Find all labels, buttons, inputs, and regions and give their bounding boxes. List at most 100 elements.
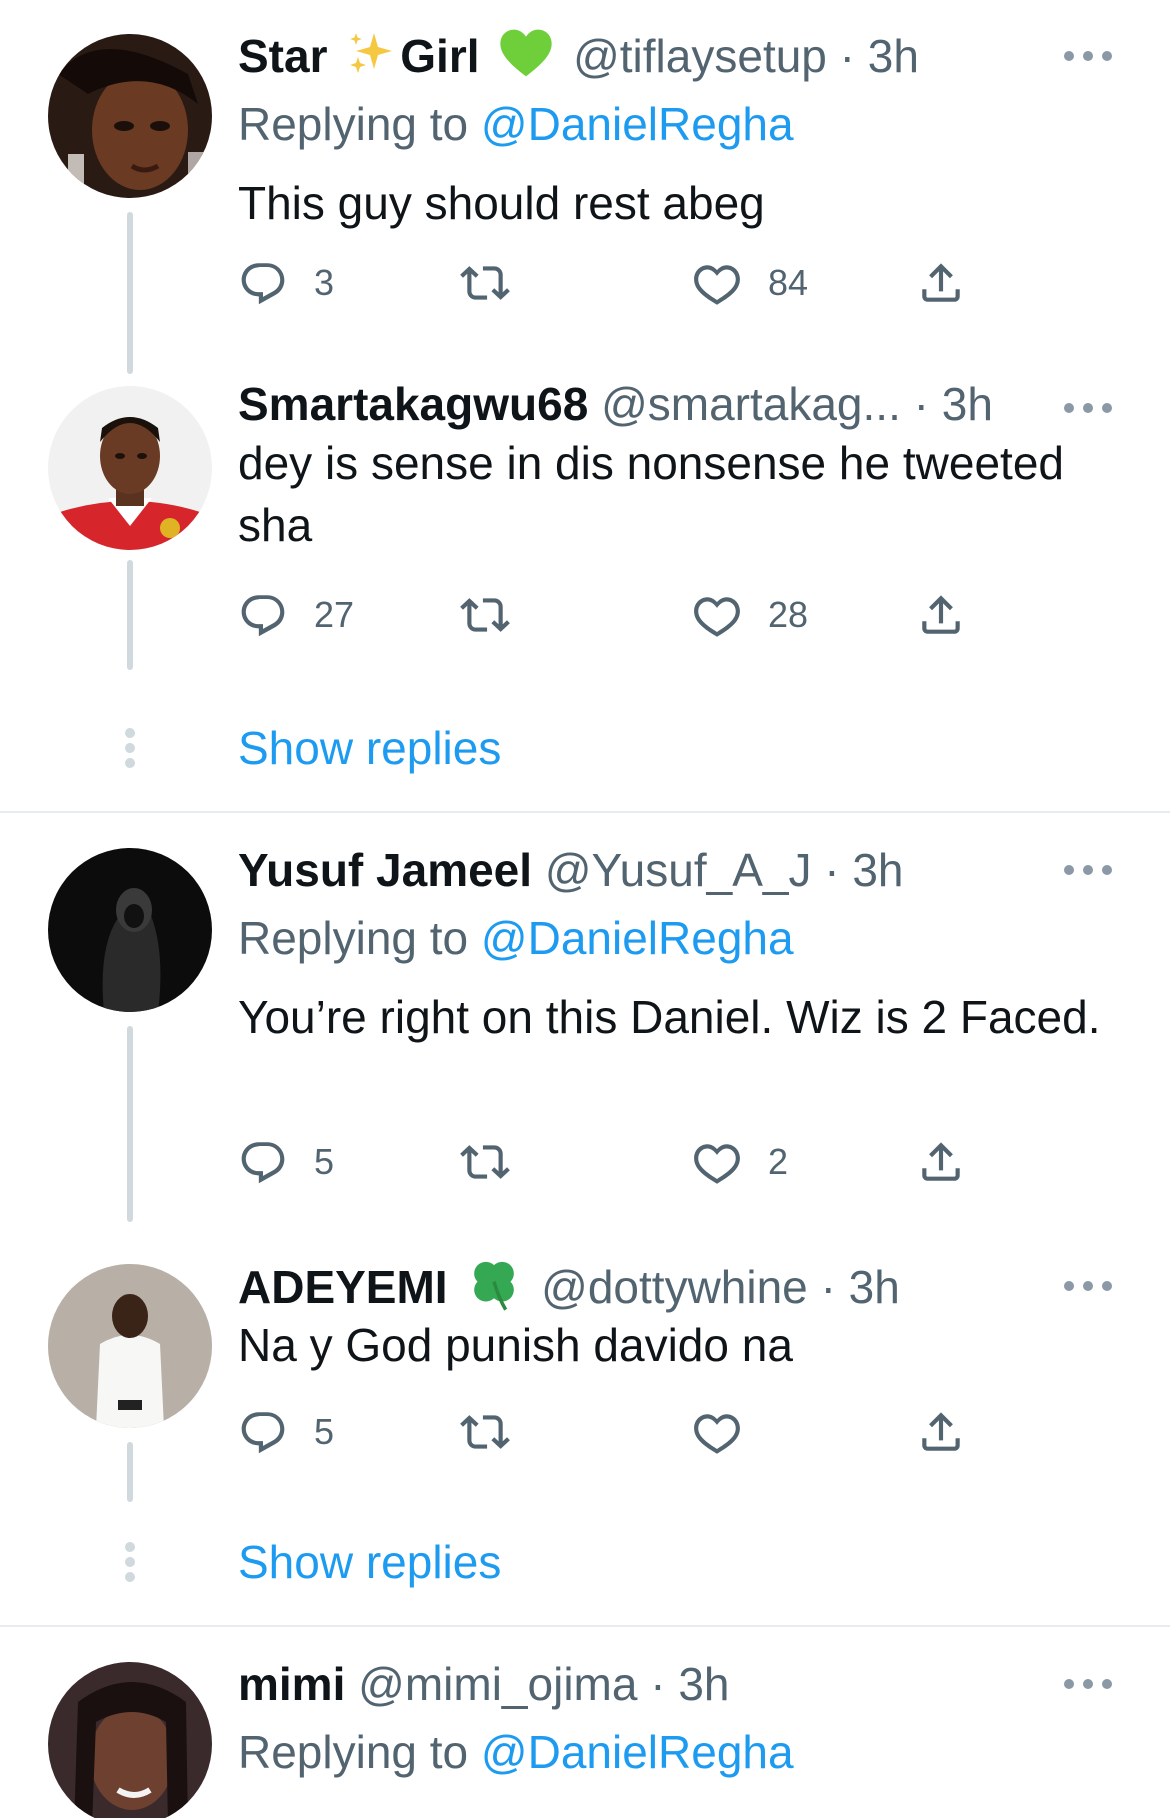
share-button[interactable] bbox=[916, 255, 966, 311]
reply-button[interactable]: 27 bbox=[238, 587, 354, 643]
reply-bubble-icon bbox=[238, 1407, 288, 1457]
reply-bubble-icon bbox=[238, 590, 288, 640]
thread-line bbox=[127, 212, 133, 374]
green-heart-icon bbox=[498, 27, 554, 93]
share-icon bbox=[916, 590, 966, 640]
share-button[interactable] bbox=[916, 1404, 966, 1460]
display-name[interactable]: ADEYEMI bbox=[238, 1261, 448, 1313]
share-icon bbox=[916, 258, 966, 308]
thread-line bbox=[127, 560, 133, 670]
like-button[interactable]: 28 bbox=[692, 587, 808, 643]
tweet-actions: 5 bbox=[238, 1404, 998, 1460]
display-name[interactable]: mimi bbox=[238, 1658, 345, 1710]
reply-count: 3 bbox=[314, 262, 335, 303]
tweet-actions: 5 2 bbox=[238, 1134, 998, 1190]
tweet-text: This guy should rest abeg bbox=[238, 177, 765, 229]
reply-bubble-icon bbox=[238, 258, 288, 308]
divider bbox=[0, 811, 1170, 813]
tweet-1[interactable]: Star Girl @tiflaysetup · 3h Replying to … bbox=[0, 0, 1170, 390]
more-dots-icon[interactable] bbox=[1064, 862, 1112, 878]
reply-button[interactable]: 3 bbox=[238, 255, 334, 311]
heart-icon bbox=[692, 1407, 742, 1457]
tweet-actions: 3 84 bbox=[238, 255, 998, 311]
retweet-button[interactable] bbox=[460, 255, 536, 311]
replying-prefix: Replying to bbox=[238, 98, 469, 150]
display-name[interactable]: Star bbox=[238, 30, 327, 82]
share-button[interactable] bbox=[916, 587, 966, 643]
tweet-header: Yusuf Jameel @Yusuf_A_J · 3h bbox=[238, 840, 1030, 900]
user-handle[interactable]: @smartakag... bbox=[601, 378, 901, 430]
tweet-time[interactable]: · 3h bbox=[650, 1658, 729, 1710]
like-count: 84 bbox=[768, 262, 809, 303]
heart-icon bbox=[692, 258, 742, 308]
tweet-2[interactable]: Smartakagwu68 @smartakag... · 3h dey is … bbox=[0, 378, 1170, 680]
avatar[interactable] bbox=[48, 34, 212, 198]
reply-mention-link[interactable]: @DanielRegha bbox=[481, 1726, 794, 1778]
reply-mention-link[interactable]: @DanielRegha bbox=[481, 912, 794, 964]
retweet-icon bbox=[460, 590, 510, 640]
show-replies-link[interactable]: Show replies bbox=[238, 1532, 501, 1592]
share-icon bbox=[916, 1137, 966, 1187]
divider bbox=[0, 1625, 1170, 1627]
share-icon bbox=[916, 1407, 966, 1457]
user-handle[interactable]: @tiflaysetup bbox=[573, 30, 827, 82]
tweet-text: Na y God punish davido na bbox=[238, 1319, 793, 1371]
tweet-time[interactable]: · 3h bbox=[914, 378, 993, 430]
display-name[interactable]: Yusuf Jameel bbox=[238, 844, 532, 896]
retweet-button[interactable] bbox=[460, 1404, 536, 1460]
user-handle[interactable]: @dottywhine bbox=[541, 1261, 808, 1313]
tweet-time[interactable]: · 3h bbox=[824, 844, 903, 896]
more-dots-icon[interactable] bbox=[1064, 48, 1112, 64]
like-count: 2 bbox=[768, 1141, 789, 1182]
heart-icon bbox=[692, 1137, 742, 1187]
tweet-time[interactable]: · 3h bbox=[840, 30, 919, 82]
avatar[interactable] bbox=[48, 1662, 212, 1818]
tweet-actions: 27 28 bbox=[238, 587, 998, 643]
thread-line bbox=[127, 1442, 133, 1502]
reply-button[interactable]: 5 bbox=[238, 1134, 334, 1190]
retweet-icon bbox=[460, 258, 510, 308]
reply-mention-link[interactable]: @DanielRegha bbox=[481, 98, 794, 150]
display-name-suffix[interactable]: Girl bbox=[400, 30, 479, 82]
like-button[interactable]: 84 bbox=[692, 255, 808, 311]
replying-to: Replying to @DanielRegha bbox=[238, 94, 794, 154]
reply-button[interactable]: 5 bbox=[238, 1404, 334, 1460]
tweet-text: You’re right on this Daniel. Wiz is 2 Fa… bbox=[238, 991, 1101, 1043]
tweet-text: dey is sense in dis nonsense he tweeted … bbox=[238, 437, 1064, 551]
retweet-button[interactable] bbox=[460, 1134, 536, 1190]
reply-count: 27 bbox=[314, 594, 355, 635]
sparkles-icon bbox=[346, 29, 394, 91]
replying-prefix: Replying to bbox=[238, 912, 469, 964]
avatar[interactable] bbox=[48, 848, 212, 1012]
tweet-3[interactable]: Yusuf Jameel @Yusuf_A_J · 3h Replying to… bbox=[0, 814, 1170, 1234]
tweet-header: mimi @mimi_ojima · 3h bbox=[238, 1654, 1030, 1714]
show-replies-link[interactable]: Show replies bbox=[238, 718, 501, 778]
share-button[interactable] bbox=[916, 1134, 966, 1190]
avatar[interactable] bbox=[48, 1264, 212, 1428]
tweet-4[interactable]: ADEYEMI @dottywhine · 3h Na y God punish… bbox=[0, 1234, 1170, 1534]
tweet-time[interactable]: · 3h bbox=[821, 1261, 900, 1313]
retweet-button[interactable] bbox=[460, 587, 536, 643]
tweet-header: ADEYEMI @dottywhine · 3h bbox=[238, 1256, 1030, 1316]
more-dots-icon[interactable] bbox=[1064, 1278, 1112, 1294]
thread-continuation-dots bbox=[124, 728, 136, 768]
like-button[interactable]: 2 bbox=[692, 1134, 788, 1190]
tweet-header: Star Girl @tiflaysetup · 3h bbox=[238, 26, 1030, 86]
user-handle[interactable]: @mimi_ojima bbox=[358, 1658, 637, 1710]
thread-line bbox=[127, 1026, 133, 1222]
thread-continuation-dots bbox=[124, 1542, 136, 1582]
user-handle[interactable]: @Yusuf_A_J bbox=[545, 844, 812, 896]
tweet-5[interactable]: mimi @mimi_ojima · 3h Replying to @Danie… bbox=[0, 1628, 1170, 1818]
like-count: 28 bbox=[768, 594, 809, 635]
more-dots-icon[interactable] bbox=[1064, 400, 1112, 416]
display-name[interactable]: Smartakagwu68 bbox=[238, 378, 588, 430]
retweet-icon bbox=[460, 1407, 510, 1457]
reply-bubble-icon bbox=[238, 1137, 288, 1187]
like-button[interactable] bbox=[692, 1404, 768, 1460]
avatar[interactable] bbox=[48, 386, 212, 550]
replying-prefix: Replying to bbox=[238, 1726, 469, 1778]
more-dots-icon[interactable] bbox=[1064, 1676, 1112, 1692]
replying-to: Replying to @DanielRegha bbox=[238, 908, 794, 968]
replying-to: Replying to @DanielRegha bbox=[238, 1722, 794, 1782]
reply-count: 5 bbox=[314, 1411, 335, 1452]
